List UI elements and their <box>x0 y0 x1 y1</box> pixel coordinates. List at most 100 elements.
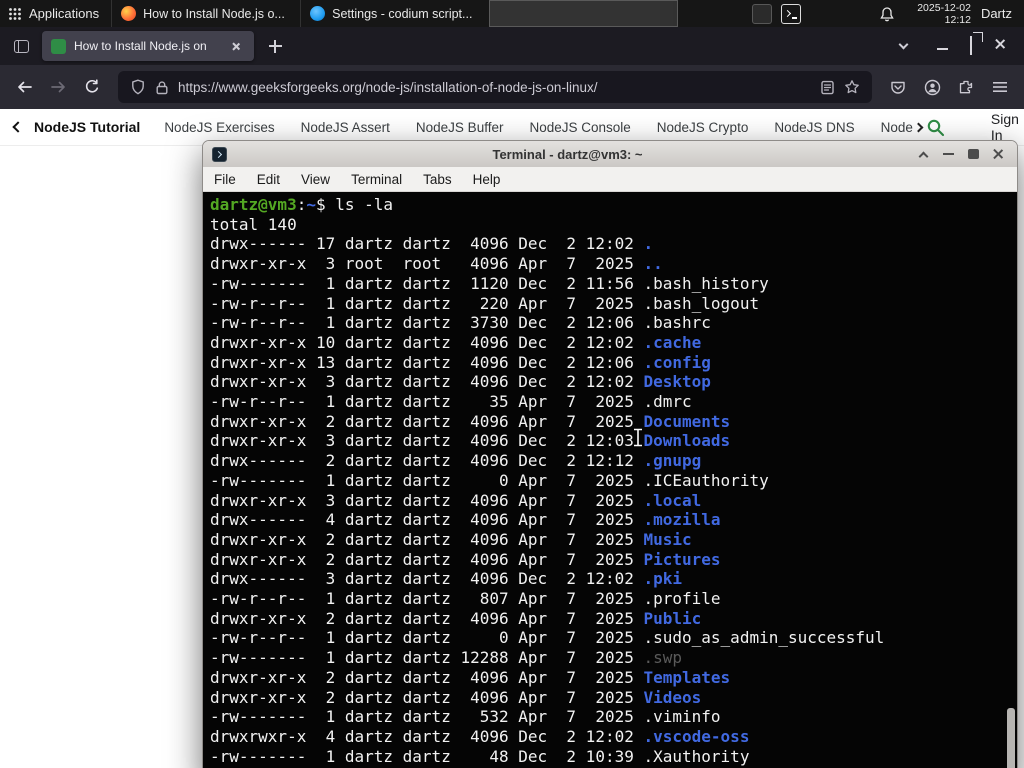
menu-terminal[interactable]: Terminal <box>351 172 402 187</box>
extensions-button[interactable] <box>950 71 982 103</box>
terminal-close-button[interactable] <box>988 144 1008 164</box>
terminal-menubar: File Edit View Terminal Tabs Help <box>203 167 1017 192</box>
terminal-ls-line: drwxrwxr-x 4 dartz dartz 4096 Dec 2 12:0… <box>210 726 750 746</box>
navstrip-item-active[interactable]: NodeJS Tutorial <box>34 119 140 135</box>
window-restore-button[interactable] <box>970 36 972 55</box>
terminal-shade-button[interactable] <box>913 144 933 164</box>
navstrip-item[interactable]: NodeJS Buffer <box>416 120 504 135</box>
pocket-button[interactable] <box>882 71 914 103</box>
terminal-ls-line: drwxr-xr-x 2 dartz dartz 4096 Apr 7 2025… <box>210 411 731 431</box>
terminal-minimize-button[interactable] <box>938 144 958 164</box>
browser-tab-bar: How to Install Node.js on <box>0 27 1024 65</box>
back-button[interactable] <box>8 71 40 103</box>
tab-title: How to Install Node.js on <box>74 39 207 53</box>
chevron-left-icon <box>12 121 24 133</box>
forward-button[interactable] <box>42 71 74 103</box>
window-close-button[interactable] <box>994 37 1006 55</box>
account-button[interactable] <box>916 71 948 103</box>
menu-file[interactable]: File <box>214 172 236 187</box>
arrow-right-icon <box>50 81 65 93</box>
terminal-ls-line: drwxr-xr-x 2 dartz dartz 4096 Apr 7 2025… <box>210 608 702 628</box>
taskbar-item-label: How to Install Node.js o... <box>143 6 285 21</box>
sign-in-button[interactable]: Sign In <box>991 111 1019 143</box>
panel-username[interactable]: Dartz <box>981 0 1024 27</box>
taskbar-item-browser[interactable]: How to Install Node.js o... <box>111 0 300 27</box>
applications-menu[interactable]: Applications <box>0 0 111 27</box>
terminal-titlebar[interactable]: Terminal - dartz@vm3: ~ <box>203 141 1017 167</box>
list-all-tabs-button[interactable] <box>891 34 915 58</box>
gfg-favicon <box>51 38 66 54</box>
terminal-ls-line: -rw-r--r-- 1 dartz dartz 35 Apr 7 2025 .… <box>210 392 692 412</box>
mouse-cursor-ibeam <box>632 427 644 452</box>
lock-icon <box>156 80 168 94</box>
terminal-ls-line: -rw------- 1 dartz dartz 1120 Dec 2 11:5… <box>210 273 769 293</box>
window-minimize-button[interactable] <box>937 37 948 55</box>
reload-button[interactable] <box>76 71 108 103</box>
pocket-icon <box>891 81 905 94</box>
close-icon <box>994 38 1006 50</box>
clock[interactable]: 2025-12-02 12:12 <box>907 0 981 27</box>
terminal-ls-line: -rw------- 1 dartz dartz 532 Apr 7 2025 … <box>210 707 721 727</box>
system-tray <box>752 0 802 27</box>
shield-icon <box>132 79 144 95</box>
taskbar-item-codium[interactable]: Settings - codium script... <box>300 0 489 27</box>
scrollbar-thumb[interactable] <box>1007 708 1015 768</box>
applications-label: Applications <box>29 6 100 21</box>
notifications-button[interactable] <box>879 0 895 27</box>
terminal-ls-line: -rw-r--r-- 1 dartz dartz 807 Apr 7 2025 … <box>210 589 721 609</box>
terminal-ls-line: drwxr-xr-x 2 dartz dartz 4096 Apr 7 2025… <box>210 529 692 549</box>
terminal-ls-line: -rw-r--r-- 1 dartz dartz 0 Apr 7 2025 .s… <box>210 628 885 648</box>
terminal-ls-line: -rw-r--r-- 1 dartz dartz 220 Apr 7 2025 … <box>210 293 760 313</box>
scroll-right-button[interactable] <box>913 118 924 136</box>
url-bar[interactable]: https://www.geeksforgeeks.org/node-js/in… <box>118 71 872 103</box>
taskbar-item-terminal[interactable]: Terminal - dartz@vm3: ~ <box>489 0 679 27</box>
navstrip-item[interactable]: NodeJS Console <box>529 120 630 135</box>
navstrip-item[interactable]: NodeJS Crypto <box>657 120 749 135</box>
terminal-ls-line: drwxr-xr-x 13 dartz dartz 4096 Dec 2 12:… <box>210 352 711 372</box>
tray-window-icon[interactable] <box>752 3 773 24</box>
menu-tabs[interactable]: Tabs <box>423 172 452 187</box>
navstrip-item[interactable]: NodeJS Assert <box>301 120 390 135</box>
menu-view[interactable]: View <box>301 172 330 187</box>
terminal-ls-line: -rw------- 1 dartz dartz 12288 Apr 7 202… <box>210 648 683 668</box>
menu-help[interactable]: Help <box>473 172 501 187</box>
terminal-total-line: total 140 <box>210 214 297 234</box>
menu-button[interactable] <box>984 71 1016 103</box>
navstrip-item[interactable]: NodeJS DNS <box>774 120 854 135</box>
terminal-app-icon <box>212 146 227 162</box>
firefox-view-button[interactable] <box>8 33 34 59</box>
url-text: https://www.geeksforgeeks.org/node-js/in… <box>178 79 598 95</box>
scroll-left-button[interactable] <box>12 118 24 136</box>
terminal-maximize-button[interactable] <box>963 144 983 164</box>
terminal-ls-line: drwxr-xr-x 2 dartz dartz 4096 Apr 7 2025… <box>210 549 721 569</box>
terminal-window: Terminal - dartz@vm3: ~ File Edit View T… <box>202 140 1018 768</box>
terminal-ls-line: -rw------- 1 dartz dartz 0 Apr 7 2025 .I… <box>210 470 769 490</box>
chevron-up-icon <box>918 151 928 161</box>
search-icon <box>927 119 944 136</box>
terminal-ls-line: drwx------ 2 dartz dartz 4096 Dec 2 12:1… <box>210 451 702 471</box>
applications-icon <box>9 7 21 20</box>
bell-icon <box>880 6 894 21</box>
restore-icon <box>970 36 972 55</box>
terminal-ls-line: drwxr-xr-x 2 dartz dartz 4096 Apr 7 2025… <box>210 687 702 707</box>
terminal-content[interactable]: dartz@vm3:~$ ls -la total 140 drwx------ 1… <box>203 192 1017 768</box>
chevron-down-icon <box>898 39 908 50</box>
navstrip-item[interactable]: NodeJS Exercises <box>164 120 274 135</box>
maximize-icon <box>967 149 979 159</box>
tab-close-button[interactable] <box>227 37 245 55</box>
tray-terminal-icon[interactable] <box>781 3 802 24</box>
search-button[interactable] <box>926 118 945 137</box>
terminal-ls-line: -rw-r--r-- 1 dartz dartz 3730 Dec 2 12:0… <box>210 313 711 333</box>
terminal-output: dartz@vm3:~$ ls -la total 140 drwx------ 1… <box>210 195 1003 768</box>
terminal-scrollbar[interactable] <box>1005 192 1017 768</box>
reader-mode-icon[interactable] <box>820 80 835 95</box>
new-tab-button[interactable] <box>262 33 288 59</box>
terminal-ls-line: drwxr-xr-x 2 dartz dartz 4096 Apr 7 2025… <box>210 667 731 687</box>
codium-icon <box>310 6 326 21</box>
browser-tab-active[interactable]: How to Install Node.js on <box>42 31 254 61</box>
navstrip-item[interactable]: Node <box>881 120 913 135</box>
bookmark-star-icon[interactable] <box>844 79 860 95</box>
reload-icon <box>85 79 99 93</box>
menu-edit[interactable]: Edit <box>257 172 280 187</box>
hamburger-icon <box>993 82 1007 92</box>
